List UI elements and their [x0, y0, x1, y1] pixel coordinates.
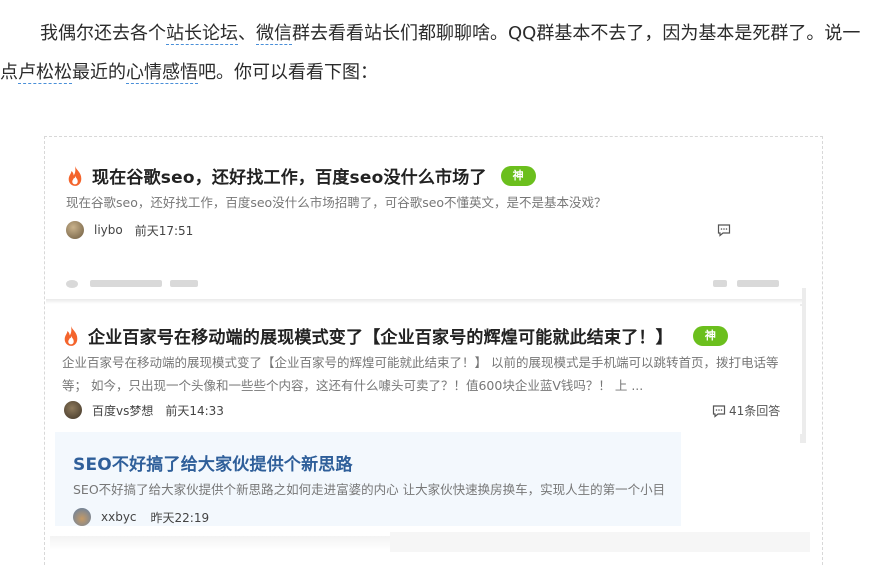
clipped-text: [737, 280, 779, 287]
post-meta: liybo 前天17:51: [66, 221, 193, 239]
clipped-text: [170, 280, 198, 287]
link-lusongsong[interactable]: 卢松松: [18, 62, 72, 84]
post-summary: SEO不好搞了给大家伙提供个新思路之如何走进富婆的内心 让大家伙快速换房换车，实…: [73, 482, 666, 497]
fire-icon: [68, 165, 82, 186]
article-paragraph: 我偶尔还去各个站长论坛、微信群去看看站长们都聊聊啥。QQ群基本不去了，因为基本是…: [0, 14, 871, 92]
link-xinqing-ganwu[interactable]: 心情感悟: [126, 62, 198, 84]
avatar[interactable]: [73, 508, 91, 526]
hot-badge: 神: [692, 325, 728, 346]
post-meta: 百度vs梦想 前天14:33: [64, 401, 224, 419]
text-segment: 最近的: [72, 62, 126, 83]
reply-count[interactable]: [717, 223, 734, 237]
post-meta: xxbyc 昨天22:19: [73, 508, 209, 526]
comment-icon: [717, 224, 731, 237]
decorative-shadow: [50, 536, 390, 550]
post-time: 前天17:51: [134, 223, 194, 238]
post-time: 前天14:33: [165, 403, 224, 418]
post-summary: 企业百家号在移动端的展现模式变了【企业百家号的辉煌可能就此结束了！】 以前的展现…: [62, 355, 779, 393]
avatar[interactable]: [64, 401, 82, 419]
post-title-row[interactable]: 企业百家号在移动端的展现模式变了【企业百家号的辉煌可能就此结束了！】 神: [62, 323, 728, 348]
post-summary: 现在谷歌seo，还好找工作，百度seo没什么市场招聘了，可谷歌seo不懂英文，是…: [66, 195, 607, 210]
fire-icon: [64, 325, 78, 346]
post-title[interactable]: SEO不好搞了给大家伙提供个新思路: [73, 450, 353, 475]
author-name[interactable]: liybo: [94, 223, 123, 237]
clipped-avatar: [66, 280, 78, 288]
text-segment: 吧。你可以看看下图：: [198, 62, 378, 83]
clipped-icon: [713, 280, 727, 287]
post-time: 昨天22:19: [150, 510, 210, 525]
post-title-row[interactable]: 现在谷歌seo，还好找工作，百度seo没什么市场了 神: [66, 163, 536, 188]
clipped-text: [90, 280, 162, 287]
text-segment: 、: [238, 23, 256, 44]
avatar[interactable]: [66, 221, 84, 239]
clipped-row: [46, 253, 802, 303]
author-name[interactable]: 百度vs梦想: [92, 402, 153, 419]
hot-badge: 神: [500, 165, 536, 186]
decorative-shadow: [390, 532, 810, 552]
link-zhanzhang-forum[interactable]: 站长论坛: [166, 23, 238, 45]
post-title[interactable]: 企业百家号在移动端的展现模式变了【企业百家号的辉煌可能就此结束了！】: [88, 323, 673, 348]
comment-icon: [712, 404, 726, 418]
author-name[interactable]: xxbyc: [101, 510, 137, 524]
decorative-shadow: [46, 299, 802, 304]
link-weixin[interactable]: 微信: [256, 23, 292, 45]
post-title[interactable]: 现在谷歌seo，还好找工作，百度seo没什么市场了: [92, 163, 487, 188]
reply-count-label: 41条回答: [729, 404, 781, 418]
text-segment: 我偶尔还去各个: [40, 23, 166, 44]
reply-count[interactable]: 41条回答: [712, 402, 780, 419]
post-title-row[interactable]: SEO不好搞了给大家伙提供个新思路: [73, 450, 353, 475]
